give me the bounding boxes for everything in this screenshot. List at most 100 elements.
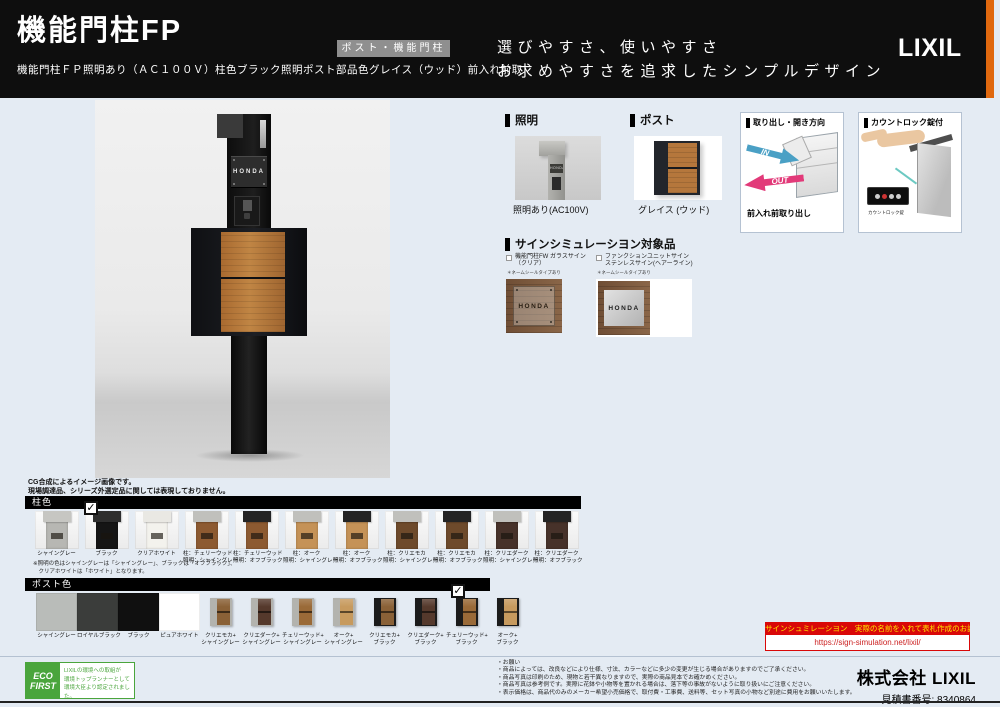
countlock-title-row: カウントロック錠付 [864,118,958,128]
post-color-swatch[interactable]: クリエダーク+ ブラック [405,593,446,647]
lighting-caption: 照明あり(AC100V) [513,203,589,216]
post-color-swatch[interactable]: チェリーウッド+ シャイングレー [282,593,323,647]
section-post-title: ポスト [640,112,675,128]
pillar-swatch-image [285,511,329,549]
product-photo: HONDA [95,100,390,478]
pillar-selected-checkbox-icon[interactable]: ✓ [84,501,98,515]
post-color-swatch[interactable]: ブラック [118,593,159,647]
quote-sheet-page: 機能門柱FP ポスト・機能門柱 機能門柱ＦＰ照明あり（ＡＣ１００Ｖ）柱色ブラック… [0,0,1000,707]
pillar-color-note: ※照明の色はシャイングレーは「シャイングレー」、ブラックは「オフブラック」、 ク… [33,561,236,576]
count-lock-closeup [867,187,909,205]
pillar-swatch-image [85,511,129,549]
post-swatch-thumb [374,598,396,626]
post-swatch-thumb [333,598,355,626]
countlock-title: カウントロック錠付 [871,118,943,128]
post-color-swatch[interactable]: ロイヤルブラック [77,593,118,647]
post-swatch-color [159,593,200,631]
post-swatch-color [77,593,118,631]
footer-note-line: ・商品写真は参考例です。実際に花鉢や小物等を置かれる場合は、落下等の事故がないよ… [497,682,856,689]
company-block: 株式会社 LIXIL 見積書番号: 8340864 [857,664,976,706]
stainless-sign-card: HONDA [596,279,692,337]
callout-line [895,168,917,185]
section-signsim-header: サインシミュレーシヨン対象品 [505,236,676,252]
post-color-swatch[interactable]: ピュアホワイト [159,593,200,647]
page-bottom-border [0,701,1000,703]
takeout-direction-box: 取り出し・開き方向 IN OUT 前入れ前取り出し [740,112,844,233]
section-lighting-header: 照明 [505,112,538,128]
stainless-plate: HONDA [604,290,644,326]
footer-note-line: ・表示価格は、商品代のみのメーカー希望小売価格で、取付費・工事費、送料等、セット… [497,690,856,697]
post-swatch-thumb [456,598,478,626]
post-swatch-color [36,593,77,631]
post-swatch-thumb [210,598,232,626]
post-image [634,136,722,200]
section-post-header: ポスト [630,112,675,128]
takeout-diagram: IN OUT [744,131,840,205]
pillar-color-swatch[interactable]: 柱：オーク 照明：シャイングレー [283,511,330,565]
takeout-title-row: 取り出し・開き方向 [746,118,840,128]
post-color-swatch[interactable]: チェリーウッド+ ブラック [446,593,487,647]
photo-name-plate: HONDA [231,156,267,188]
pillar-color-swatch[interactable]: 柱：オーク 照明：オフブラック [333,511,380,565]
stainless-sign-text: HONDA [608,305,639,312]
sign-simulator-promo: サインシュミレーシヨン 実際の名前を入れて表札作成のお試しができます。 http… [765,622,970,651]
pillar-swatch-image [435,511,479,549]
accent-strip [986,0,994,98]
pillar-color-swatch[interactable]: ブラック [83,511,130,565]
pillar-swatch-image [35,511,79,549]
pillar-color-swatch[interactable]: 柱：クリエモカ 照明：オフブラック [433,511,480,565]
checkbox-unchecked-icon[interactable] [506,255,512,261]
slogan-line1: 選びやすさ、使いやすさ [497,36,886,60]
glass-sign-text: HONDA [518,303,549,310]
post-color-swatch[interactable]: クリエモカ+ シャイングレー [200,593,241,647]
company-name: 株式会社 LIXIL [857,664,976,689]
product-spec-subtitle: 機能門柱ＦＰ照明あり（ＡＣ１００Ｖ）柱色ブラック照明ポスト部品色グレイス（ウッド… [17,62,523,77]
slogan: 選びやすさ、使いやすさ お求めやすさを追求したシンプルデザイン [497,36,886,84]
signsim-item-note: ＊ネームシールタイプあり [507,270,598,276]
post-selected-checkbox-icon[interactable]: ✓ [451,584,465,598]
post-color-swatch[interactable]: シャイングレー [36,593,77,647]
pillar-color-swatch[interactable]: クリアホワイト [133,511,180,565]
pillar-color-swatch[interactable]: シャイングレー [33,511,80,565]
pillar-color-swatch[interactable]: 柱：クリエダーク 照明：オフブラック [533,511,580,565]
lighting-lamp [539,141,565,156]
pillar-color-swatch[interactable]: 柱：クリエモカ 照明：シャイングレー [383,511,430,565]
lixil-logo: LIXIL [898,34,962,63]
pillar-color-swatch[interactable]: 柱：チェリーウッド 照明：オフブラック [233,511,280,565]
post-swatch-thumb [497,598,519,626]
stainless-sign-image: HONDA [598,281,650,335]
photo-lamp [217,114,243,138]
photo-disclaimer-line1: CG合成によるイメージ画像です。 [28,479,230,488]
photo-postbox-flap-divider [221,277,285,279]
post-color-swatch[interactable]: オーク+ シャイングレー [323,593,364,647]
section-bullet-icon [864,118,868,128]
post-color-swatch[interactable]: クリエダーク+ シャイングレー [241,593,282,647]
signsim-item-glass: 機能門柱FW ガラスサイン （クリア） ＊ネームシールタイプあり HONDA [506,254,598,333]
pillar-color-row: シャイングレー ブラック クリアホワイト 柱：チェリーウッド 照明：シャイングレ… [33,511,580,565]
post-caption: グレイス (ウッド) [638,203,709,216]
eco-first-badge: ECO FIRST LIXILの環境への取組が 環境トップランナーとして 環境大… [25,662,135,699]
pillar-swatch-image [235,511,279,549]
takeout-title: 取り出し・開き方向 [753,118,825,128]
pillar-color-swatch[interactable]: 柱：チェリーウッド 照明：シャイングレー [183,511,230,565]
pillar-swatch-image [185,511,229,549]
pillar-color-swatch[interactable]: 柱：クリエダーク 照明：シャイングレー [483,511,530,565]
name-plate-text: HONDA [233,169,265,175]
sign-simulator-url-link[interactable]: https://sign-simulation.net/lixil/ [765,635,970,651]
section-bullet-icon [505,114,510,127]
page-title: 機能門柱FP [17,7,182,49]
glass-sign-image: HONDA [506,279,562,333]
post-swatch-thumb [415,598,437,626]
photo-disclaimer-line2: 現場調達品、シリーズ外選定品に関しては表現しておりません。 [28,488,230,497]
category-badge: ポスト・機能門柱 [337,40,450,57]
glass-plate: HONDA [513,286,555,326]
post-color-swatch[interactable]: クリエモカ+ ブラック [364,593,405,647]
post-color-swatch[interactable]: オーク+ ブラック [487,593,528,647]
intercom-camera [243,200,252,211]
photo-disclaimer: CG合成によるイメージ画像です。 現場調達品、シリーズ外選定品に関しては表現して… [28,479,230,496]
photo-shadow [195,449,305,462]
post-color-row: シャイングレー ロイヤルブラック ブラック ピュアホワイト クリエモカ+ シャイ… [36,593,528,647]
post-box [654,141,700,195]
sign-simulator-headline: サインシュミレーシヨン 実際の名前を入れて表札作成のお試しができます。 [765,622,970,635]
checkbox-unchecked-icon[interactable] [596,255,602,261]
